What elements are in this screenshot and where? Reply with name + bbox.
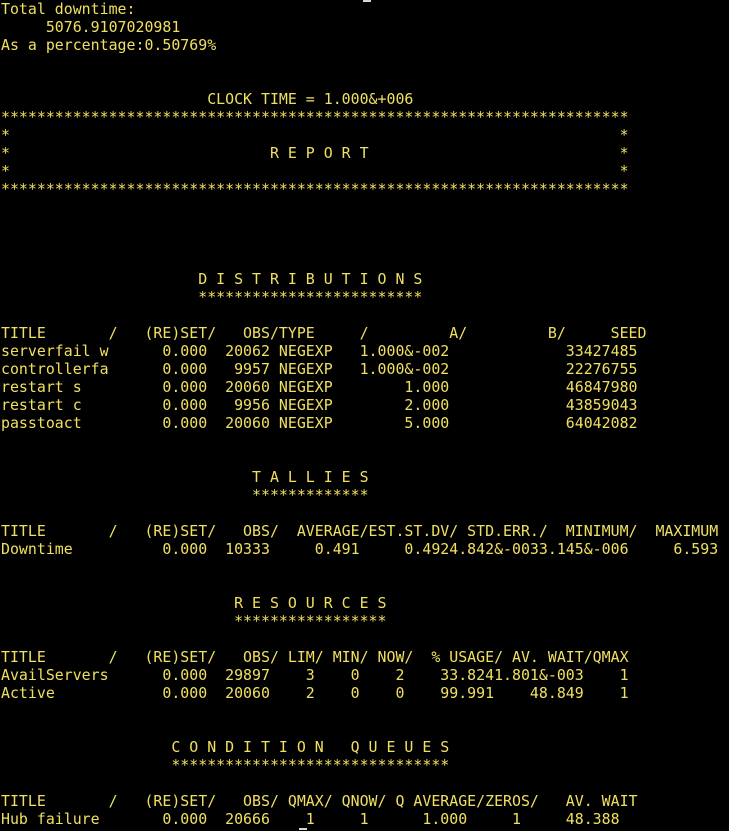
cursor-mark-top — [363, 0, 371, 2]
distributions-row: restart c 0.000 9956 NEGEXP 2.000 438590… — [1, 396, 638, 414]
clock-time: CLOCK TIME = 1.000&+006 — [1, 90, 414, 108]
report-heading: * R E P O R T * — [1, 144, 629, 162]
report-border-bottom: ****************************************… — [1, 180, 629, 198]
distributions-row: controllerfa 0.000 9957 NEGEXP 1.000&-00… — [1, 360, 638, 378]
summary-total-downtime-label: Total downtime: — [1, 0, 136, 18]
distributions-row: serverfail w 0.000 20062 NEGEXP 1.000&-0… — [1, 342, 638, 360]
resources-underline: ***************** — [1, 612, 387, 630]
distributions-row: passtoact 0.000 20060 NEGEXP 5.000 64042… — [1, 414, 638, 432]
distributions-header-row: TITLE / (RE)SET/ OBS/TYPE / A/ B/ SEED — [1, 324, 647, 342]
condition-queues-header-row: TITLE / (RE)SET/ OBS/ QMAX/ QNOW/ Q AVER… — [1, 792, 638, 810]
text-cursor — [299, 828, 307, 830]
summary-total-downtime-value: 5076.9107020981 — [1, 18, 181, 36]
resources-heading: R E S O U R C E S — [1, 594, 387, 612]
resources-header-row: TITLE / (RE)SET/ OBS/ LIM/ MIN/ NOW/ % U… — [1, 648, 629, 666]
condition-queues-underline: ******************************* — [1, 756, 450, 774]
resources-row: AvailServers 0.000 29897 3 0 2 33.8241.8… — [1, 666, 629, 684]
tallies-heading: T A L L I E S — [1, 468, 369, 486]
tallies-header-row: TITLE / (RE)SET/ OBS/ AVERAGE/EST.ST.DV/… — [1, 522, 719, 540]
condition-queues-heading: C O N D I T I O N Q U E U E S — [1, 738, 450, 756]
report-border-top: ****************************************… — [1, 108, 629, 126]
report-border-blank-top: * * — [1, 126, 629, 144]
terminal-output[interactable]: Total downtime: 5076.9107020981 As a per… — [1, 0, 729, 831]
tallies-row: Downtime 0.000 10333 0.491 0.4924.842&-0… — [1, 540, 719, 558]
condition-queues-row: Hub failure 0.000 20666 1 1 1.000 1 48.3… — [1, 810, 620, 828]
tallies-underline: ************* — [1, 486, 369, 504]
distributions-underline: ************************* — [1, 288, 423, 306]
resources-row: Active 0.000 20060 2 0 0 99.991 48.849 1 — [1, 684, 629, 702]
distributions-row: restart s 0.000 20060 NEGEXP 1.000 46847… — [1, 378, 638, 396]
summary-percentage: As a percentage:0.50769% — [1, 36, 217, 54]
distributions-heading: D I S T R I B U T I O N S — [1, 270, 423, 288]
report-border-blank-bottom: * * — [1, 162, 629, 180]
